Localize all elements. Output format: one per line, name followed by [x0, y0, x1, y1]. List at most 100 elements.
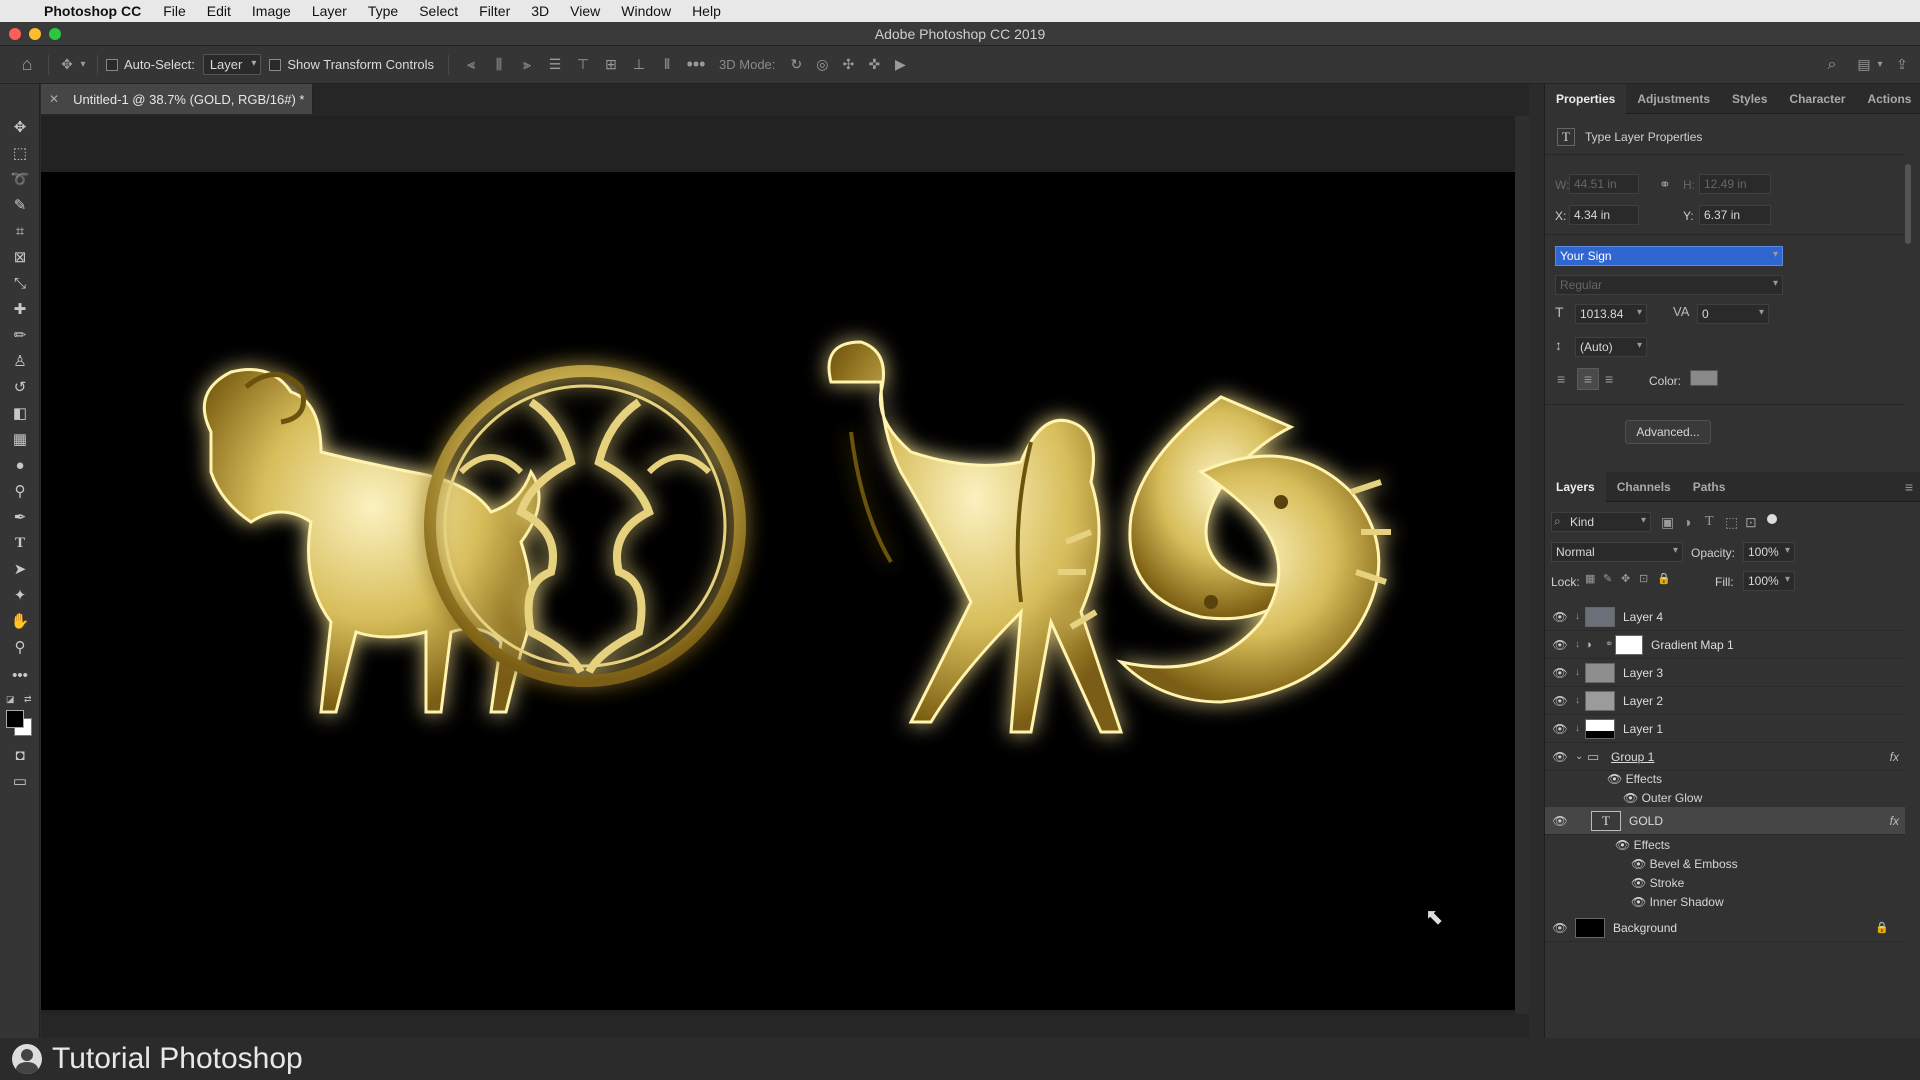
align-center-text-icon[interactable]: ≡ [1577, 368, 1599, 390]
3d-orbit-icon[interactable]: ↻ [783, 56, 809, 73]
lock-all-icon[interactable]: 🔒 [1657, 572, 1671, 585]
chevron-down-icon[interactable]: ⌄ [1575, 751, 1587, 762]
visibility-eye-icon[interactable]: 👁 [1615, 838, 1634, 852]
more-options-icon[interactable]: ••• [681, 54, 711, 75]
path-selection-icon[interactable]: ➤ [9, 558, 31, 580]
filter-smart-object-icon[interactable]: ⊡ [1745, 514, 1757, 531]
visibility-eye-icon[interactable]: 👁 [1545, 610, 1575, 624]
y-field[interactable]: 6.37 in [1699, 205, 1771, 225]
layer-name[interactable]: Gradient Map 1 [1651, 638, 1734, 652]
menu-type[interactable]: Type [368, 3, 398, 19]
magic-wand-icon[interactable]: ✎ [9, 194, 31, 216]
blend-mode-dropdown[interactable]: Normal [1551, 542, 1683, 562]
brush-tool-icon[interactable]: ✏ [9, 324, 31, 346]
type-tool-icon[interactable]: T [9, 532, 31, 554]
leading-field[interactable]: (Auto) [1575, 337, 1647, 357]
visibility-eye-icon[interactable]: 👁 [1631, 895, 1650, 909]
minimize-window-button[interactable] [29, 28, 41, 40]
link-icon[interactable]: ⚭ [1659, 176, 1671, 193]
3d-roll-icon[interactable]: ◎ [809, 56, 835, 73]
lock-icon[interactable]: 🔒 [1875, 921, 1889, 934]
3d-scale-icon[interactable]: ▶ [887, 56, 913, 73]
frame-tool-icon[interactable]: ⊠ [9, 246, 31, 268]
distribute-vertical-icon[interactable]: ⫴ [653, 56, 681, 73]
history-brush-icon[interactable]: ↺ [9, 376, 31, 398]
close-icon[interactable]: ✕ [49, 92, 59, 106]
layer-row[interactable]: 👁 ↓ ◑ ⚭ Gradient Map 1 [1545, 631, 1905, 659]
layer-name[interactable]: Group 1 [1611, 750, 1654, 764]
opacity-field[interactable]: 100% [1743, 542, 1795, 562]
lock-pixels-icon[interactable]: ✎ [1603, 572, 1612, 585]
zoom-window-button[interactable] [49, 28, 61, 40]
tab-adjustments[interactable]: Adjustments [1626, 84, 1721, 114]
share-icon[interactable]: ⇪ [1890, 56, 1914, 73]
3d-slide-icon[interactable]: ✜ [861, 56, 887, 73]
blur-tool-icon[interactable]: ● [9, 454, 31, 476]
layer-filter-dropdown[interactable]: Kind [1551, 512, 1651, 532]
menu-view[interactable]: View [570, 3, 600, 19]
edit-toolbar-icon[interactable]: ••• [9, 664, 31, 686]
healing-brush-icon[interactable]: ✚ [9, 298, 31, 320]
filter-type-icon[interactable]: T [1705, 514, 1714, 530]
font-size-field[interactable]: 1013.84 [1575, 304, 1647, 324]
align-left-icon[interactable]: ⫷ [457, 56, 485, 73]
3d-pan-icon[interactable]: ✣ [835, 56, 861, 73]
layer-row[interactable]: 👁 ↓ Layer 3 [1545, 659, 1905, 687]
menu-filter[interactable]: Filter [479, 3, 510, 19]
canvas[interactable]: ⬉ [41, 172, 1529, 1010]
workspace-icon[interactable]: ▤ [1852, 56, 1876, 73]
zoom-tool-icon[interactable]: ⚲ [9, 636, 31, 658]
panel-menu-icon[interactable]: ≡ [1905, 479, 1913, 495]
home-icon[interactable]: ⌂ [14, 54, 40, 75]
x-field[interactable]: 4.34 in [1569, 205, 1639, 225]
tab-channels[interactable]: Channels [1606, 472, 1682, 502]
layer-row[interactable]: 👁 ↓ Layer 2 [1545, 687, 1905, 715]
lock-artboard-icon[interactable]: ⊡ [1639, 572, 1648, 585]
visibility-eye-icon[interactable]: 👁 [1545, 694, 1575, 708]
move-tool-icon[interactable]: ✥ [9, 116, 31, 138]
align-bottom-icon[interactable]: ⊥ [625, 56, 653, 73]
filter-adjustment-icon[interactable]: ◑ [1683, 514, 1691, 530]
auto-select-dropdown[interactable]: Layer [202, 54, 262, 75]
layer-name[interactable]: GOLD [1629, 814, 1663, 828]
align-right-text-icon[interactable]: ≡ [1605, 371, 1613, 387]
properties-scrollbar[interactable] [1905, 164, 1911, 244]
menu-edit[interactable]: Edit [207, 3, 231, 19]
vertical-scrollbar[interactable] [1515, 116, 1529, 1014]
chevron-down-icon[interactable]: ▾ [1874, 59, 1886, 70]
tab-properties[interactable]: Properties [1545, 83, 1627, 114]
fx-badge[interactable]: fx [1890, 814, 1899, 828]
foreground-color-swatch[interactable] [6, 710, 24, 728]
advanced-button[interactable]: Advanced... [1625, 420, 1711, 444]
visibility-eye-icon[interactable]: 👁 [1623, 791, 1642, 805]
height-field[interactable]: 12.49 in [1699, 174, 1771, 194]
auto-select-checkbox[interactable] [106, 58, 118, 71]
align-middle-icon[interactable]: ⊞ [597, 56, 625, 73]
menu-select[interactable]: Select [419, 3, 458, 19]
marquee-tool-icon[interactable]: ⬚ [9, 142, 31, 164]
gradient-tool-icon[interactable]: ▦ [9, 428, 31, 450]
align-center-icon[interactable]: ⫼ [485, 56, 513, 73]
show-transform-checkbox[interactable] [269, 58, 282, 71]
filter-toggle-icon[interactable] [1767, 514, 1777, 524]
layer-row[interactable]: 👁 ↓ Layer 4 [1545, 603, 1905, 631]
pen-tool-icon[interactable]: ✒ [9, 506, 31, 528]
layer-row-group[interactable]: 👁 ⌄ ▭ Group 1 fx [1545, 743, 1905, 771]
menu-3d[interactable]: 3D [531, 3, 549, 19]
layer-row-background[interactable]: 👁 Background 🔒 [1545, 914, 1905, 942]
crop-tool-icon[interactable]: ⌗ [9, 220, 31, 242]
tracking-field[interactable]: 0 [1697, 304, 1769, 324]
swap-colors-icon[interactable]: ⇄ [24, 694, 36, 704]
text-color-swatch[interactable] [1690, 370, 1718, 386]
filter-pixel-icon[interactable]: ▣ [1661, 514, 1674, 531]
lock-transparent-icon[interactable]: ▦ [1585, 572, 1595, 585]
layer-name[interactable]: Layer 1 [1623, 722, 1663, 736]
align-right-icon[interactable]: ⫸ [513, 56, 541, 73]
effect-item[interactable]: 👁 Inner Shadow [1631, 895, 1724, 909]
close-window-button[interactable] [9, 28, 21, 40]
menu-help[interactable]: Help [692, 3, 721, 19]
search-icon[interactable]: ⌕ [1820, 56, 1844, 74]
visibility-eye-icon[interactable]: 👁 [1545, 638, 1575, 652]
distribute-icon[interactable]: ☰ [541, 56, 569, 73]
default-colors-icon[interactable]: ◪ [6, 694, 18, 704]
